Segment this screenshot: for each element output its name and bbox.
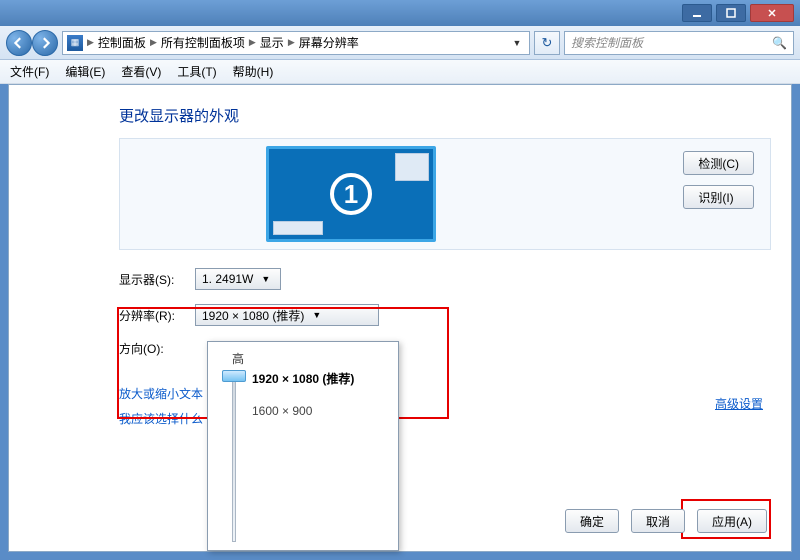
slider-option-mid[interactable]: 1600 × 900 — [252, 404, 312, 418]
content-area: 更改显示器的外观 1 检测(C) 识别(I) 显示器(S): 1. 2491W … — [8, 84, 792, 552]
chevron-right-icon: ▶ — [87, 37, 94, 48]
breadcrumb[interactable]: 控制面板 — [98, 34, 146, 51]
refresh-button[interactable]: ↻ — [534, 31, 560, 55]
control-panel-icon: ▦ — [67, 35, 83, 51]
window-titlebar — [0, 0, 800, 26]
maximize-button[interactable] — [716, 4, 746, 22]
monitor-thumbnail[interactable]: 1 — [266, 146, 436, 242]
resolution-slider-popup: 高 1920 × 1080 (推荐) 1600 × 900 — [207, 341, 399, 551]
page-title: 更改显示器的外观 — [119, 105, 771, 126]
chevron-down-icon: ▼ — [261, 274, 270, 284]
navigation-bar: ▦ ▶ 控制面板 ▶ 所有控制面板项 ▶ 显示 ▶ 屏幕分辨率 ▼ ↻ 搜索控制… — [0, 26, 800, 60]
display-value: 1. 2491W — [202, 272, 253, 286]
menu-bar: 文件(F) 编辑(E) 查看(V) 工具(T) 帮助(H) — [0, 60, 800, 84]
resolution-value: 1920 × 1080 (推荐) — [202, 307, 304, 324]
menu-edit[interactable]: 编辑(E) — [65, 63, 105, 80]
breadcrumb[interactable]: 显示 — [260, 34, 284, 51]
chevron-right-icon: ▶ — [249, 37, 256, 48]
orientation-label: 方向(O): — [119, 340, 195, 357]
search-icon[interactable]: 🔍 — [772, 36, 787, 50]
monitor-number-badge: 1 — [330, 173, 372, 215]
menu-file[interactable]: 文件(F) — [10, 63, 49, 80]
slider-thumb[interactable] — [222, 370, 246, 382]
breadcrumb[interactable]: 所有控制面板项 — [161, 34, 245, 51]
menu-help[interactable]: 帮助(H) — [233, 63, 274, 80]
forward-button[interactable] — [32, 30, 58, 56]
back-button[interactable] — [6, 30, 32, 56]
address-dropdown-icon[interactable]: ▼ — [509, 38, 525, 48]
detect-button[interactable]: 检测(C) — [683, 151, 754, 175]
display-label: 显示器(S): — [119, 271, 195, 288]
monitor-preview-panel: 1 检测(C) 识别(I) — [119, 138, 771, 250]
resolution-label: 分辨率(R): — [119, 307, 195, 324]
search-placeholder: 搜索控制面板 — [571, 34, 643, 51]
advanced-settings-link[interactable]: 高级设置 — [715, 395, 763, 412]
display-select[interactable]: 1. 2491W ▼ — [195, 268, 281, 290]
close-button[interactable] — [750, 4, 794, 22]
preview-window-icon — [395, 153, 429, 181]
address-bar[interactable]: ▦ ▶ 控制面板 ▶ 所有控制面板项 ▶ 显示 ▶ 屏幕分辨率 ▼ — [62, 31, 530, 55]
chevron-right-icon: ▶ — [150, 37, 157, 48]
resolution-select[interactable]: 1920 × 1080 (推荐) ▼ — [195, 304, 379, 326]
slider-high-label: 高 — [232, 350, 388, 367]
chevron-down-icon: ▼ — [312, 310, 321, 320]
apply-button[interactable]: 应用(A) — [697, 509, 767, 533]
search-input[interactable]: 搜索控制面板 🔍 — [564, 31, 794, 55]
preview-taskbar-icon — [273, 221, 323, 235]
display-row: 显示器(S): 1. 2491W ▼ — [119, 268, 771, 290]
resolution-row: 分辨率(R): 1920 × 1080 (推荐) ▼ — [119, 304, 771, 326]
slider-track[interactable] — [232, 372, 236, 542]
menu-tools[interactable]: 工具(T) — [177, 63, 216, 80]
breadcrumb[interactable]: 屏幕分辨率 — [299, 34, 359, 51]
chevron-right-icon: ▶ — [288, 37, 295, 48]
identify-button[interactable]: 识别(I) — [683, 185, 754, 209]
cancel-button[interactable]: 取消 — [631, 509, 685, 533]
slider-option-recommended[interactable]: 1920 × 1080 (推荐) — [252, 370, 354, 387]
ok-button[interactable]: 确定 — [565, 509, 619, 533]
menu-view[interactable]: 查看(V) — [121, 63, 161, 80]
minimize-button[interactable] — [682, 4, 712, 22]
action-bar: 确定 取消 应用(A) — [565, 509, 767, 533]
